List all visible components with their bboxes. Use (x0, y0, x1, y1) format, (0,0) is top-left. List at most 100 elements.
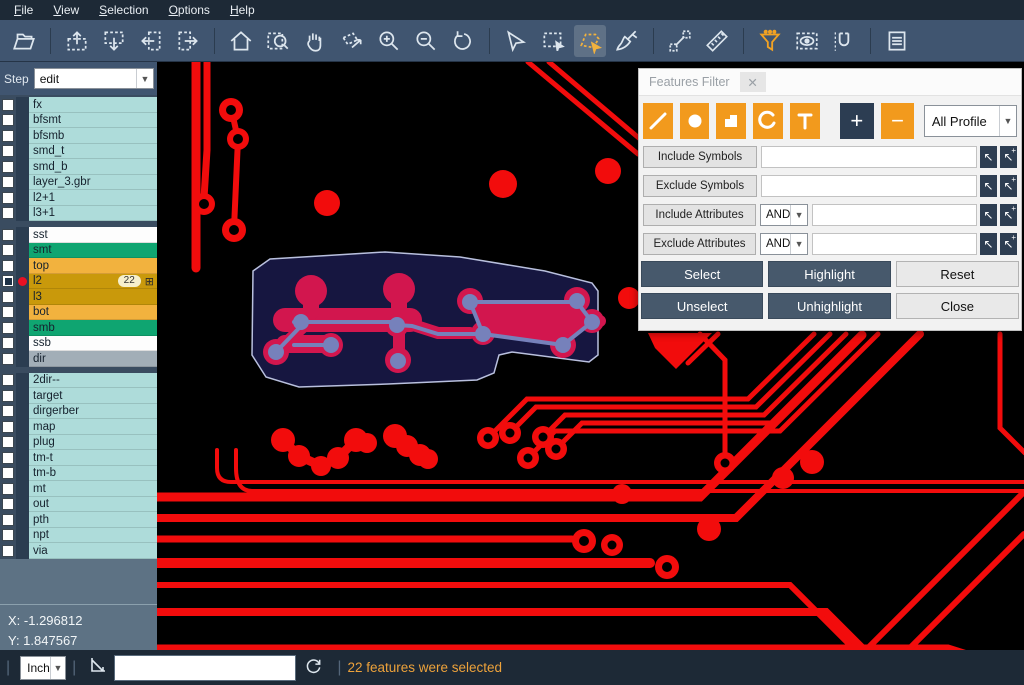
shift-left-icon[interactable] (135, 25, 167, 57)
layer-row[interactable]: smt (0, 243, 157, 259)
layer-visibility-checkbox[interactable] (2, 405, 14, 417)
layer-row[interactable]: mt (0, 481, 157, 497)
layer-row[interactable]: 2dir-- (0, 373, 157, 389)
layer-row-active[interactable]: l222⊞ (0, 274, 157, 290)
zoom-object-icon[interactable] (336, 25, 368, 57)
layer-row[interactable]: map (0, 419, 157, 435)
layer-visibility-checkbox[interactable] (2, 390, 14, 402)
layer-row[interactable]: top (0, 258, 157, 274)
include-attributes-button[interactable]: Include Attributes (643, 204, 756, 226)
layer-row[interactable]: bfsmt (0, 113, 157, 129)
pad-feature-button[interactable] (680, 103, 710, 139)
pick-symbol-button[interactable]: ↖ (980, 146, 997, 168)
include-symbols-button[interactable]: Include Symbols (643, 146, 757, 168)
layers-panel-icon[interactable] (881, 25, 913, 57)
layer-visibility-checkbox[interactable] (2, 483, 14, 495)
layer-visibility-checkbox[interactable] (2, 229, 14, 241)
text-feature-button[interactable] (790, 103, 820, 139)
layer-row[interactable]: plug (0, 435, 157, 451)
include-attributes-input[interactable] (812, 204, 977, 226)
layer-row[interactable]: bot (0, 305, 157, 321)
menu-options[interactable]: Options (161, 1, 218, 19)
close-icon[interactable]: ✕ (740, 72, 766, 92)
layer-row[interactable]: tm-t (0, 450, 157, 466)
exclude-attributes-operator[interactable]: AND▼ (760, 233, 808, 255)
layer-visibility-checkbox[interactable] (2, 498, 14, 510)
pick-add-symbol-button[interactable]: ↖+ (1000, 175, 1017, 197)
layer-row[interactable]: smd_b (0, 159, 157, 175)
layer-visibility-checkbox[interactable] (2, 337, 14, 349)
layer-row[interactable]: npt (0, 528, 157, 544)
exclude-attributes-button[interactable]: Exclude Attributes (643, 233, 756, 255)
layer-row[interactable]: l2+1 (0, 190, 157, 206)
pick-attribute-button[interactable]: ↖ (980, 204, 997, 226)
zoom-out-icon[interactable] (410, 25, 442, 57)
layer-visibility-checkbox[interactable] (2, 306, 14, 318)
snap-icon[interactable] (828, 25, 860, 57)
remove-feature-type-button[interactable]: − (881, 103, 914, 139)
surface-feature-button[interactable] (716, 103, 746, 139)
pick-add-attribute-button[interactable]: ↖+ (1000, 233, 1017, 255)
command-input[interactable] (114, 655, 296, 681)
poly-select-icon[interactable] (574, 25, 606, 57)
layer-visibility-checkbox[interactable] (2, 114, 14, 126)
exclude-symbols-button[interactable]: Exclude Symbols (643, 175, 757, 197)
view-options-icon[interactable] (791, 25, 823, 57)
pan-hand-icon[interactable] (299, 25, 331, 57)
layer-row[interactable]: l3 (0, 289, 157, 305)
clear-highlight-brush-icon[interactable] (611, 25, 643, 57)
angle-mode-icon[interactable] (88, 655, 108, 680)
layer-visibility-checkbox[interactable] (2, 130, 14, 142)
layer-visibility-checkbox[interactable] (2, 436, 14, 448)
layer-visibility-checkbox[interactable] (2, 161, 14, 173)
shift-up-icon[interactable] (61, 25, 93, 57)
layer-visibility-checkbox[interactable] (2, 291, 14, 303)
line-feature-button[interactable] (643, 103, 673, 139)
sync-icon[interactable] (304, 656, 323, 680)
layer-visibility-checkbox[interactable] (2, 176, 14, 188)
layer-row[interactable]: bfsmb (0, 128, 157, 144)
layer-visibility-checkbox[interactable] (2, 99, 14, 111)
arc-feature-button[interactable] (753, 103, 783, 139)
close-button[interactable]: Close (896, 293, 1019, 319)
include-symbols-input[interactable] (761, 146, 977, 168)
pick-attribute-button[interactable]: ↖ (980, 233, 997, 255)
layer-visibility-checkbox[interactable] (2, 322, 14, 334)
shift-down-icon[interactable] (98, 25, 130, 57)
layer-row[interactable]: dir (0, 351, 157, 367)
layer-visibility-checkbox[interactable] (2, 514, 14, 526)
add-feature-type-button[interactable]: + (840, 103, 875, 139)
highlight-button[interactable]: Highlight (768, 261, 890, 287)
layer-visibility-checkbox[interactable] (2, 452, 14, 464)
layer-visibility-checkbox[interactable] (2, 275, 14, 287)
rect-select-icon[interactable] (537, 25, 569, 57)
layer-visibility-checkbox[interactable] (2, 145, 14, 157)
menu-view[interactable]: View (45, 1, 87, 19)
layer-visibility-checkbox[interactable] (2, 353, 14, 365)
layer-visibility-checkbox[interactable] (2, 467, 14, 479)
dialog-titlebar[interactable]: Features Filter ✕ (639, 69, 1021, 96)
layer-row[interactable]: smd_t (0, 144, 157, 160)
layer-row[interactable]: l3+1 (0, 206, 157, 222)
layer-visibility-checkbox[interactable] (2, 421, 14, 433)
profile-combobox[interactable]: All Profile ▼ (924, 105, 1017, 137)
layer-visibility-checkbox[interactable] (2, 192, 14, 204)
layer-row[interactable]: out (0, 497, 157, 513)
layer-row[interactable]: smb (0, 320, 157, 336)
layer-visibility-checkbox[interactable] (2, 374, 14, 386)
shift-right-icon[interactable] (172, 25, 204, 57)
menu-help[interactable]: Help (222, 1, 263, 19)
layer-row[interactable]: ssb (0, 336, 157, 352)
step-combobox[interactable]: edit ▼ (34, 68, 154, 89)
layer-row[interactable]: dirgerber (0, 404, 157, 420)
measure-distance-icon[interactable] (664, 25, 696, 57)
pick-add-symbol-button[interactable]: ↖+ (1000, 146, 1017, 168)
select-arrow-icon[interactable] (500, 25, 532, 57)
reset-button[interactable]: Reset (896, 261, 1019, 287)
menu-file[interactable]: File (6, 1, 41, 19)
open-file-icon[interactable] (8, 25, 40, 57)
home-view-icon[interactable] (225, 25, 257, 57)
features-filter-icon[interactable] (754, 25, 786, 57)
layer-row[interactable]: via (0, 543, 157, 559)
exclude-symbols-input[interactable] (761, 175, 977, 197)
